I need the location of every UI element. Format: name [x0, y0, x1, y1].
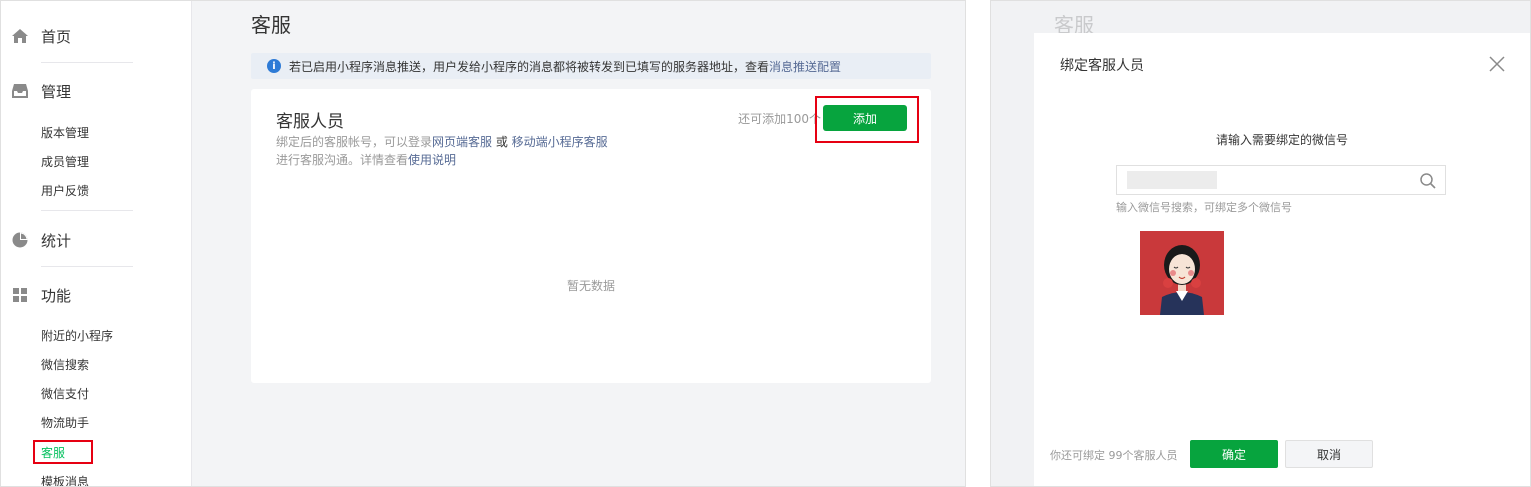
close-icon[interactable]: [1488, 55, 1506, 73]
desc-text: 绑定后的客服帐号，可以登录: [276, 135, 433, 149]
bind-dialog: 绑定客服人员 请输入需要绑定的微信号 输入微信号搜索，可绑定多个微信号 你还可绑…: [1034, 33, 1530, 486]
sidebar-item-logistics[interactable]: 物流助手: [41, 414, 89, 431]
sidebar-item-search[interactable]: 微信搜索: [41, 356, 89, 373]
home-icon: [12, 29, 28, 43]
sidebar-item-members[interactable]: 成员管理: [41, 153, 89, 170]
nav-stats-label: 统计: [41, 231, 72, 250]
sidebar-item-version[interactable]: 版本管理: [41, 124, 89, 141]
divider: [41, 266, 133, 267]
cancel-button[interactable]: 取消: [1285, 440, 1373, 468]
usage-guide-link[interactable]: 使用说明: [408, 153, 456, 167]
info-icon: i: [267, 59, 281, 73]
mobile-customer-service-link[interactable]: 移动端小程序客服: [512, 135, 608, 149]
dialog-title: 绑定客服人员: [1060, 58, 1144, 74]
desc-text: 进行客服沟通。详情查看: [276, 153, 409, 167]
sidebar-item-pay[interactable]: 微信支付: [41, 385, 89, 402]
quota-text: 还可添加100个: [738, 112, 821, 126]
divider: [41, 62, 133, 63]
remaining-bind-count: 你还可绑定 99个客服人员: [1050, 449, 1178, 462]
card-description: 绑定后的客服帐号，可以登录网页端客服 或 移动端小程序客服 进行客服沟通。详情查…: [276, 133, 608, 169]
card-title: 客服人员: [276, 112, 344, 132]
desc-or: 或: [492, 135, 512, 149]
notice-text: 若已启用小程序消息推送，用户发给小程序的消息都将被转发到已填写的服务器地址，查看: [289, 59, 770, 74]
sidebar: 首页 管理 版本管理 成员管理 用户反馈 统计 功能 附近的小程序 微信搜索 微…: [1, 1, 192, 486]
sidebar-item-feedback[interactable]: 用户反馈: [41, 182, 89, 199]
notice-bar: i 若已启用小程序消息推送，用户发给小程序的消息都将被转发到已填写的服务器地址，…: [251, 53, 931, 79]
nav-manage[interactable]: 管理: [11, 79, 71, 103]
sidebar-item-nearby[interactable]: 附近的小程序: [41, 327, 113, 344]
nav-stats[interactable]: 统计: [11, 228, 71, 252]
highlight-box: [815, 96, 919, 143]
search-icon[interactable]: [1419, 172, 1437, 190]
inbox-icon: [12, 84, 28, 98]
search-hint: 输入微信号搜索，可绑定多个微信号: [1116, 201, 1292, 214]
bind-dialog-panel: 客服 绑定客服人员 请输入需要绑定的微信号 输入微信号搜索，可绑定多个微信号 你…: [990, 0, 1531, 487]
confirm-button[interactable]: 确定: [1190, 440, 1278, 468]
highlight-box: [33, 440, 93, 464]
page-title: 客服: [251, 13, 291, 37]
divider: [41, 210, 133, 211]
pie-chart-icon: [12, 232, 28, 248]
console-panel: 首页 管理 版本管理 成员管理 用户反馈 统计 功能 附近的小程序 微信搜索 微…: [0, 0, 966, 487]
search-input-value: [1127, 171, 1217, 189]
nav-home[interactable]: 首页: [11, 24, 71, 48]
dialog-prompt: 请输入需要绑定的微信号: [1215, 133, 1348, 147]
message-push-config-link[interactable]: 消息推送配置: [769, 58, 841, 75]
nav-features[interactable]: 功能: [11, 283, 71, 307]
sidebar-item-template-message[interactable]: 模板消息: [41, 473, 89, 486]
avatar[interactable]: [1140, 231, 1224, 315]
nav-home-label: 首页: [41, 27, 72, 46]
nav-features-label: 功能: [41, 286, 72, 305]
nav-manage-label: 管理: [41, 82, 72, 101]
wechat-id-search-input[interactable]: [1116, 165, 1446, 195]
grid-icon: [13, 288, 27, 302]
customer-service-card: 客服人员 绑定后的客服帐号，可以登录网页端客服 或 移动端小程序客服 进行客服沟…: [251, 89, 931, 383]
empty-state-text: 暂无数据: [566, 279, 615, 293]
web-customer-service-link[interactable]: 网页端客服: [432, 135, 492, 149]
